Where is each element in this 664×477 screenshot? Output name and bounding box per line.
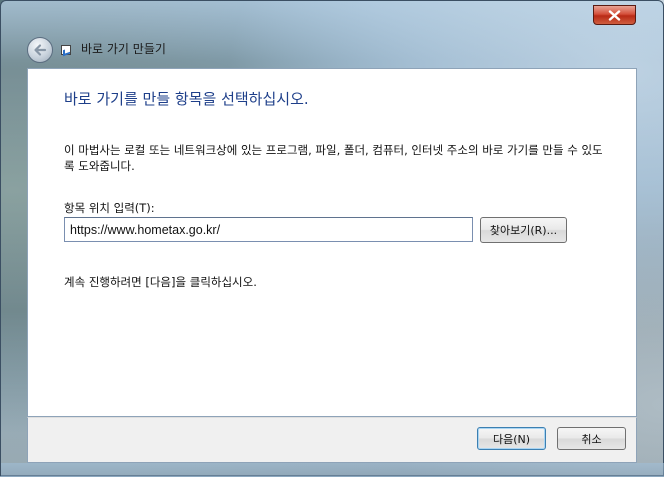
continue-instruction: 계속 진행하려면 [다음]을 클릭하십시오.: [64, 275, 257, 289]
back-arrow-icon: [34, 44, 47, 56]
window-bottom-frame: [1, 463, 664, 477]
location-label: 항목 위치 입력(T):: [64, 201, 155, 215]
page-heading: 바로 가기를 만들 항목을 선택하십시오.: [64, 90, 309, 108]
shortcut-wizard-icon: [61, 45, 71, 55]
back-button[interactable]: [27, 37, 53, 63]
cancel-button[interactable]: 취소: [557, 427, 626, 450]
create-shortcut-dialog: 바로 가기 만들기 바로 가기를 만들 항목을 선택하십시오. 이 마법사는 로…: [0, 0, 664, 477]
close-icon: [608, 9, 621, 21]
location-input[interactable]: [64, 217, 473, 242]
close-button[interactable]: [593, 5, 636, 25]
wizard-content: 바로 가기를 만들 항목을 선택하십시오. 이 마법사는 로컬 또는 네트워크상…: [27, 68, 637, 417]
wizard-description: 이 마법사는 로컬 또는 네트워크상에 있는 프로그램, 파일, 폴더, 컴퓨터…: [64, 143, 603, 173]
next-button[interactable]: 다음(N): [477, 427, 546, 450]
window-title: 바로 가기 만들기: [81, 42, 166, 56]
browse-button[interactable]: 찾아보기(R)...: [480, 217, 567, 243]
button-bar: 다음(N) 취소: [27, 417, 637, 463]
